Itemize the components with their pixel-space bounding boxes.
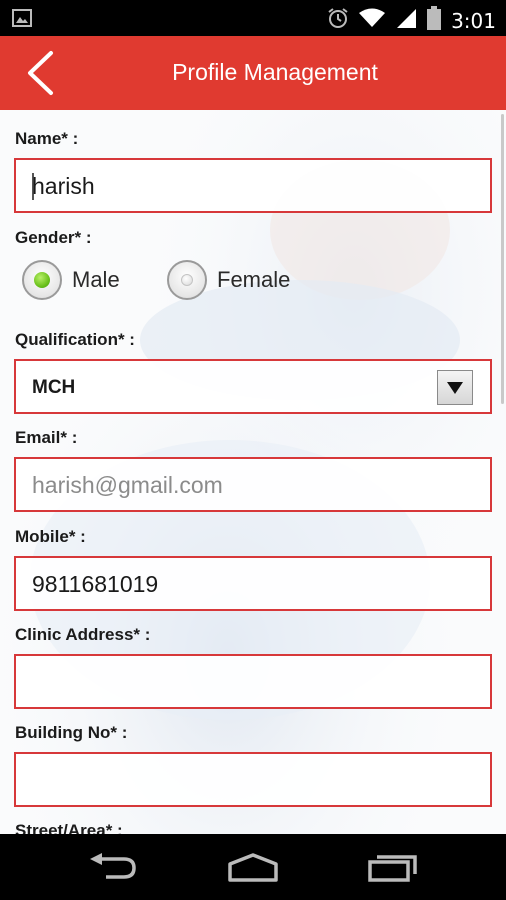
gender-radio-female[interactable]: Female xyxy=(167,260,290,300)
home-icon xyxy=(228,853,278,882)
mobile-value: 9811681019 xyxy=(32,571,159,597)
status-bar: 3:01 xyxy=(0,0,506,36)
nav-recent-button[interactable] xyxy=(363,848,423,886)
clinic-address-label: Clinic Address* : xyxy=(15,625,151,644)
mobile-field[interactable]: 9811681019 xyxy=(14,556,492,611)
app-bar: Profile Management xyxy=(0,36,506,110)
name-label: Name* : xyxy=(15,129,79,148)
building-no-label: Building No* : xyxy=(15,723,128,742)
alarm-icon xyxy=(327,7,349,34)
scrollbar[interactable] xyxy=(501,114,504,404)
gender-option-male: Male xyxy=(72,267,120,292)
street-area-label: Street/Area* : xyxy=(15,821,123,834)
name-value: harish xyxy=(32,173,95,199)
dropdown-button[interactable] xyxy=(437,370,473,405)
radio-selected-icon xyxy=(22,260,62,300)
navigation-bar xyxy=(0,834,506,900)
image-notification-icon xyxy=(12,9,32,32)
back-icon xyxy=(90,853,136,879)
mobile-label: Mobile* : xyxy=(15,527,86,546)
triangle-down-icon xyxy=(447,381,463,394)
gender-radio-male[interactable]: Male xyxy=(22,260,120,300)
nav-back-button[interactable] xyxy=(83,848,143,886)
email-field[interactable]: harish@gmail.com xyxy=(14,457,492,512)
recent-apps-icon xyxy=(368,855,417,882)
signal-icon xyxy=(395,7,417,34)
qualification-label: Qualification* : xyxy=(15,330,135,349)
radio-unselected-icon xyxy=(167,260,207,300)
qualification-select[interactable]: MCH xyxy=(14,359,492,414)
qualification-value: MCH xyxy=(32,377,76,398)
name-field[interactable]: harish xyxy=(14,158,492,213)
gender-option-female: Female xyxy=(217,267,291,292)
profile-form[interactable]: Name* : harish Gender* : Male Female Qua… xyxy=(0,110,506,834)
email-label: Email* : xyxy=(15,428,78,447)
page-title: Profile Management xyxy=(172,59,378,85)
battery-icon xyxy=(427,6,442,35)
email-placeholder: harish@gmail.com xyxy=(32,472,223,498)
building-no-field[interactable] xyxy=(14,752,492,807)
gender-label: Gender* : xyxy=(15,228,92,247)
wifi-icon xyxy=(359,8,386,33)
clinic-address-field[interactable] xyxy=(14,654,492,709)
nav-home-button[interactable] xyxy=(223,848,283,886)
clock-time: 3:01 xyxy=(451,8,496,33)
